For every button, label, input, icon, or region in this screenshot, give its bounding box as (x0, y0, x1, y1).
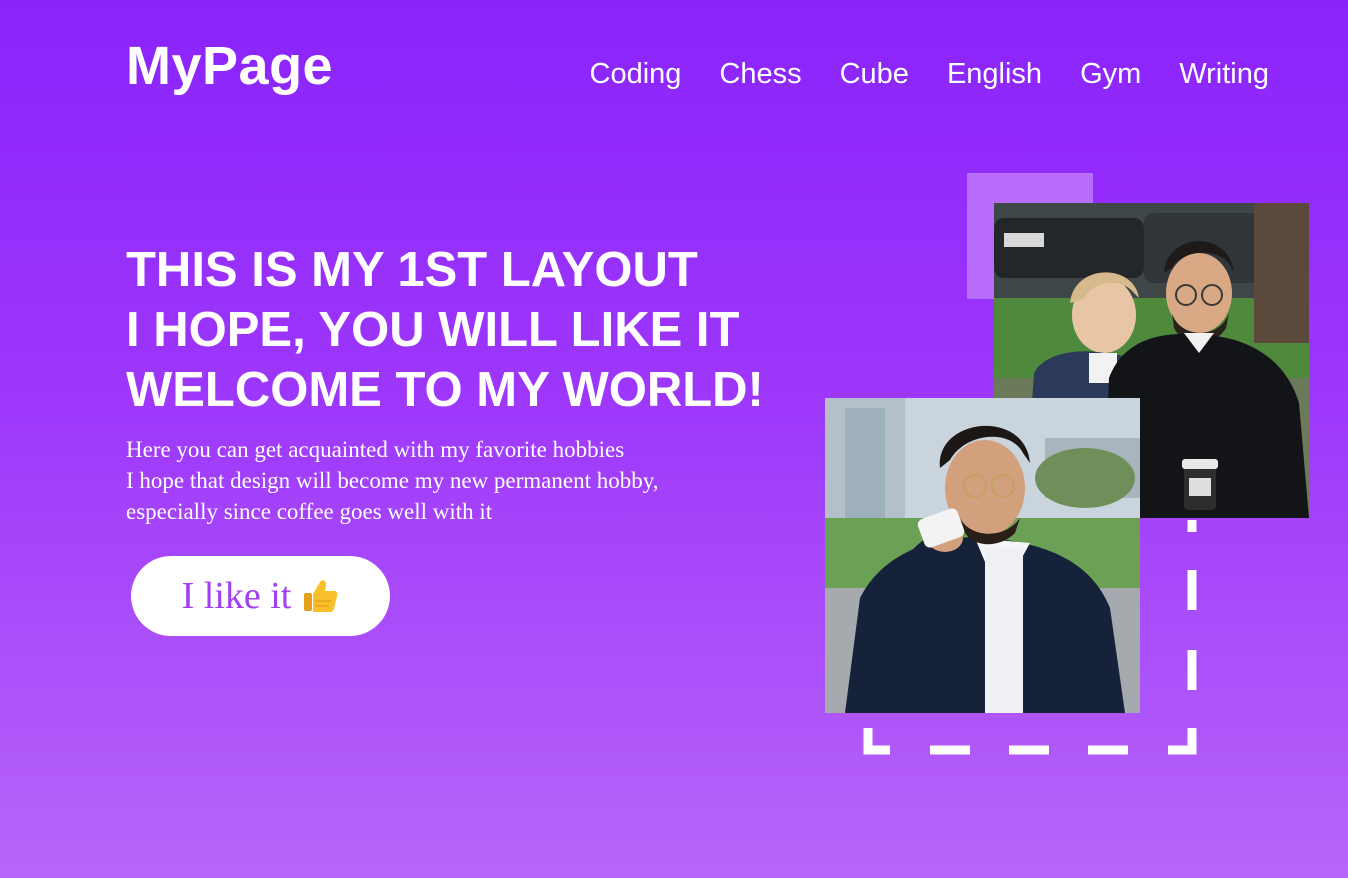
hero-title-line-1: THIS IS MY 1ST LAYOUT (126, 243, 698, 297)
dashed-frame-decoration (863, 520, 1197, 755)
hero-description-line-2: I hope that design will become my new pe… (126, 468, 659, 493)
hero-description-line-3: especially since coffee goes well with i… (126, 499, 493, 524)
hero-description-line-1: Here you can get acquainted with my favo… (126, 437, 625, 462)
hero-title: THIS IS MY 1ST LAYOUT I HOPE, YOU WILL L… (126, 240, 764, 420)
nav-link-writing[interactable]: Writing (1179, 54, 1269, 94)
hero-title-line-3: WELCOME TO MY WORLD! (126, 363, 764, 417)
nav-link-gym[interactable]: Gym (1080, 54, 1141, 94)
main-nav: Coding Chess Cube English Gym Writing (590, 54, 1270, 94)
hero-title-line-2: I HOPE, YOU WILL LIKE IT (126, 303, 740, 357)
like-button[interactable]: I like it (131, 556, 390, 636)
logo[interactable]: MyPage (126, 34, 333, 98)
nav-link-chess[interactable]: Chess (719, 54, 801, 94)
hero-description: Here you can get acquainted with my favo… (126, 434, 658, 527)
nav-link-coding[interactable]: Coding (590, 54, 682, 94)
like-button-label: I like it (181, 575, 292, 617)
nav-link-english[interactable]: English (947, 54, 1042, 94)
thumbs-up-icon (301, 577, 339, 615)
nav-link-cube[interactable]: Cube (840, 54, 909, 94)
